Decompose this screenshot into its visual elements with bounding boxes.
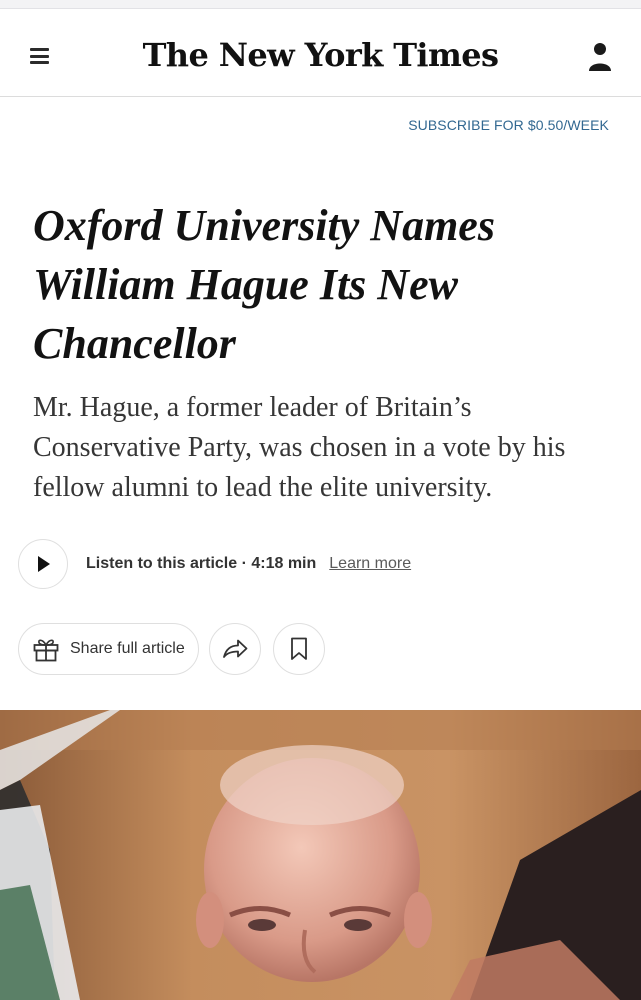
- article-lead-photo: [0, 710, 641, 1000]
- account-button[interactable]: [585, 40, 615, 76]
- listen-label: Listen to this article · 4:18 min: [86, 555, 317, 572]
- share-toolbar: Share full article: [18, 623, 325, 675]
- save-article-button[interactable]: [272, 623, 325, 675]
- nyt-logo[interactable]: The New York Times: [0, 36, 641, 74]
- browser-top-strip: [0, 0, 641, 9]
- article-summary: Mr. Hague, a former leader of Britain’s …: [33, 392, 566, 503]
- play-icon: [38, 556, 50, 572]
- play-button[interactable]: [18, 539, 68, 589]
- gift-icon: [33, 639, 59, 662]
- share-arrow-icon: [222, 639, 248, 658]
- subscribe-link[interactable]: SUBSCRIBE FOR $0.50/WEEK: [408, 117, 609, 133]
- user-account-icon: [589, 43, 611, 71]
- bookmark-icon: [290, 637, 307, 660]
- photo-illustration: [0, 710, 641, 1000]
- share-full-article-button[interactable]: Share full article: [18, 623, 199, 675]
- article-headline: Oxford University Names William Hague It…: [33, 201, 495, 368]
- site-header: The New York Times: [0, 18, 641, 97]
- share-full-article-label: Share full article: [70, 640, 185, 657]
- learn-more-link[interactable]: Learn more: [329, 555, 411, 573]
- audio-player-row: Listen to this article · 4:18 min Learn …: [18, 538, 411, 590]
- share-button[interactable]: [208, 623, 261, 675]
